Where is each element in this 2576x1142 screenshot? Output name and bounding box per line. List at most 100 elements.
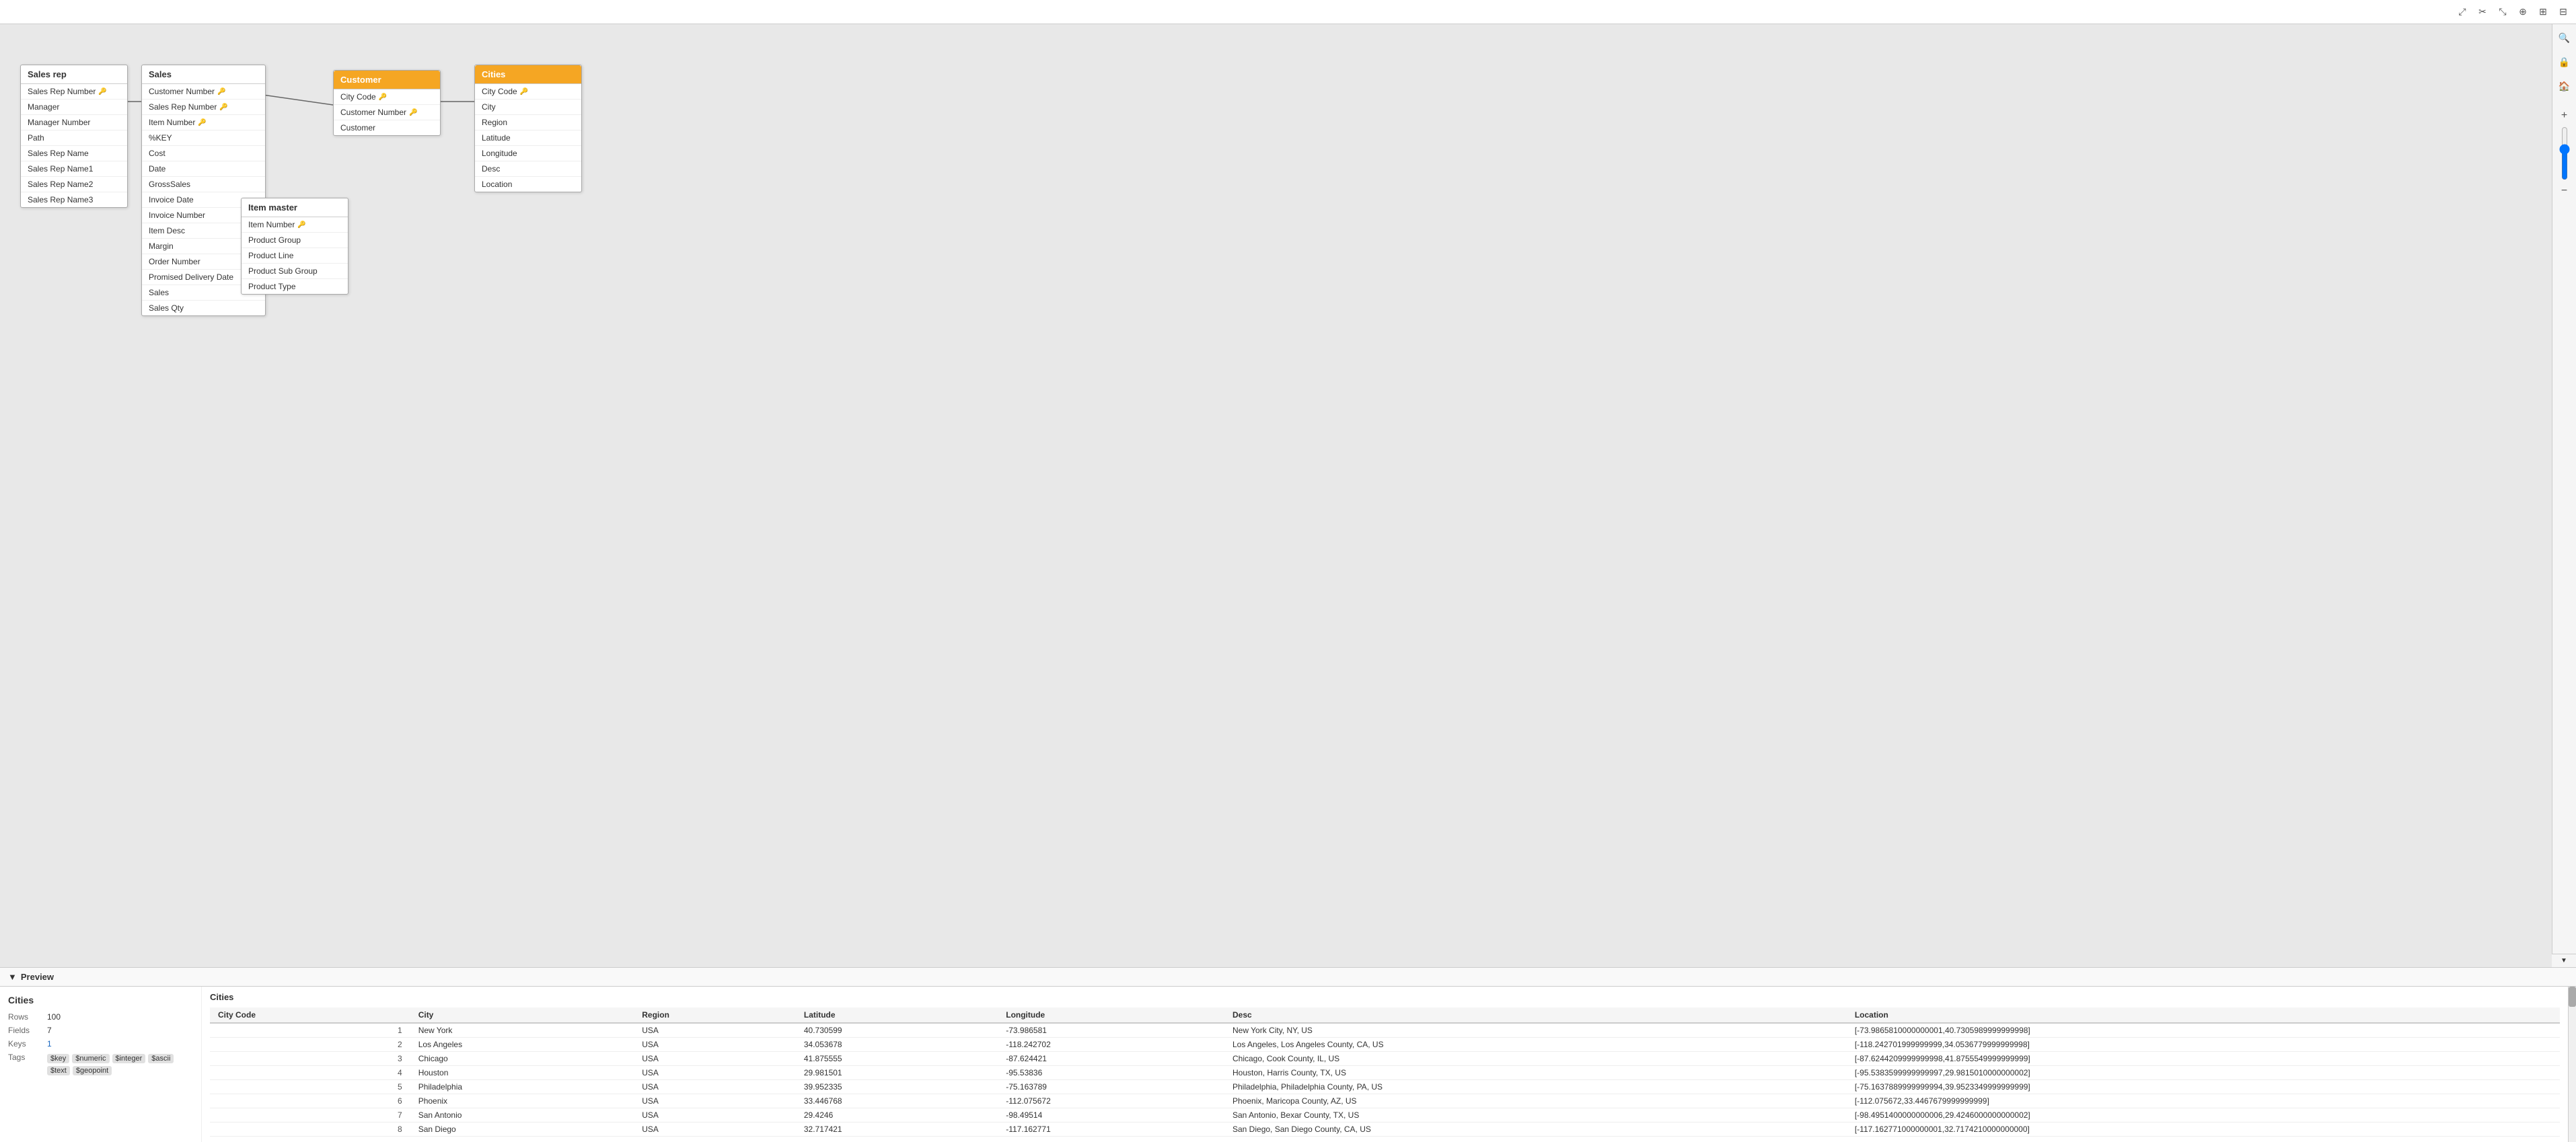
zoom-slider[interactable]: [2558, 126, 2571, 180]
field-gross-sales: GrossSales: [142, 177, 265, 192]
table-sales-rep[interactable]: Sales rep Sales Rep Number 🔑 Manager Man…: [20, 65, 128, 208]
table-header-item-master: Item master: [242, 198, 348, 217]
preview-scrollbar[interactable]: [2568, 987, 2576, 1142]
field-cost: Cost: [142, 146, 265, 161]
table-cities[interactable]: Cities City Code 🔑 City Region Latitude …: [474, 65, 582, 192]
info-row-rows: Rows 100: [8, 1012, 193, 1022]
col-desc: Desc: [1224, 1007, 1847, 1023]
right-sidebar: 🔍 🔒 🏠 + −: [2552, 24, 2576, 967]
cell-region: USA: [634, 1066, 796, 1080]
table-row: 6 Phoenix USA 33.446768 -112.075672 Phoe…: [210, 1094, 2560, 1108]
cell-longitude: -75.163789: [998, 1080, 1224, 1094]
preview-header[interactable]: ▼ Preview: [0, 968, 2576, 987]
zoom-out-icon[interactable]: −: [2556, 183, 2573, 199]
col-longitude: Longitude: [998, 1007, 1224, 1023]
table-row: 3 Chicago USA 41.875555 -87.624421 Chica…: [210, 1052, 2560, 1066]
cell-city: Philadelphia: [410, 1080, 634, 1094]
cell-location: [-73.9865810000000001,40.730598999999999…: [1847, 1023, 2560, 1038]
expand-icon[interactable]: ⤢: [2455, 5, 2470, 20]
cell-desc: New York City, NY, US: [1224, 1023, 1847, 1038]
cell-latitude: 29.4246: [796, 1108, 998, 1122]
cell-region: USA: [634, 1038, 796, 1052]
fields-label: Fields: [8, 1026, 42, 1035]
field-sales-rep-name3: Sales Rep Name3: [21, 192, 127, 207]
table-item-master[interactable]: Item master Item Number 🔑 Product Group …: [241, 198, 348, 295]
table-body: 1 New York USA 40.730599 -73.986581 New …: [210, 1023, 2560, 1137]
data-table-title: Cities: [210, 992, 2560, 1002]
search-icon[interactable]: 🔍: [2556, 30, 2573, 46]
home-icon[interactable]: 🏠: [2556, 78, 2573, 94]
cell-longitude: -98.49514: [998, 1108, 1224, 1122]
info-panel: Cities Rows 100 Fields 7 Keys 1 Tags $ke…: [0, 987, 202, 1142]
field-sales-rep-name1: Sales Rep Name1: [21, 161, 127, 177]
col-city: City: [410, 1007, 634, 1023]
lock-icon[interactable]: 🔒: [2556, 54, 2573, 70]
cell-location: [-87.6244209999999998,41.875554999999999…: [1847, 1052, 2560, 1066]
cell-desc: Philadelphia, Philadelphia County, PA, U…: [1224, 1080, 1847, 1094]
cell-city: San Diego: [410, 1122, 634, 1137]
scrollbar-thumb[interactable]: [2569, 987, 2576, 1007]
info-title: Cities: [8, 995, 193, 1005]
cell-region: USA: [634, 1122, 796, 1137]
field-item-number-im: Item Number 🔑: [242, 217, 348, 233]
cell-longitude: -95.53836: [998, 1066, 1224, 1080]
tag-integer: $integer: [112, 1054, 146, 1063]
tag-key: $key: [47, 1054, 69, 1063]
cell-city-code: 6: [210, 1094, 410, 1108]
cell-city: Houston: [410, 1066, 634, 1080]
keys-value[interactable]: 1: [47, 1039, 52, 1049]
cell-longitude: -118.242702: [998, 1038, 1224, 1052]
field-city: City: [475, 100, 581, 115]
cell-city: Chicago: [410, 1052, 634, 1066]
cell-longitude: -87.624421: [998, 1052, 1224, 1066]
table-header-row: City Code City Region Latitude Longitude…: [210, 1007, 2560, 1023]
cell-location: [-112.075672,33.4467679999999999]: [1847, 1094, 2560, 1108]
grid-icon[interactable]: ⊞: [2536, 5, 2550, 20]
cell-region: USA: [634, 1108, 796, 1122]
collapse-arrow[interactable]: ▼: [2552, 954, 2576, 967]
info-row-tags: Tags $key $numeric $integer $ascii $text…: [8, 1053, 193, 1075]
info-row-keys: Keys 1: [8, 1039, 193, 1049]
cell-city-code: 3: [210, 1052, 410, 1066]
preview-content: Cities Rows 100 Fields 7 Keys 1 Tags $ke…: [0, 987, 2576, 1142]
field-sales-rep-number: Sales Rep Number 🔑: [21, 84, 127, 100]
field-region: Region: [475, 115, 581, 130]
cell-location: [-117.162771000000001,32.717421000000000…: [1847, 1122, 2560, 1137]
field-longitude: Longitude: [475, 146, 581, 161]
col-latitude: Latitude: [796, 1007, 998, 1023]
cell-desc: San Antonio, Bexar County, TX, US: [1224, 1108, 1847, 1122]
cell-location: [-75.1637889999999994,39.952334999999999…: [1847, 1080, 2560, 1094]
cell-longitude: -73.986581: [998, 1023, 1224, 1038]
cell-latitude: 32.717421: [796, 1122, 998, 1137]
compress-icon[interactable]: ⤡: [2495, 5, 2510, 20]
field-customer-number: Customer Number 🔑: [142, 84, 265, 100]
target-icon[interactable]: ⊕: [2515, 5, 2530, 20]
cell-city-code: 2: [210, 1038, 410, 1052]
field-product-sub-group: Product Sub Group: [242, 264, 348, 279]
table-row: 7 San Antonio USA 29.4246 -98.49514 San …: [210, 1108, 2560, 1122]
tags-container: $key $numeric $integer $ascii $text $geo…: [47, 1054, 193, 1075]
zoom-container: + −: [2556, 108, 2573, 199]
field-product-line: Product Line: [242, 248, 348, 264]
data-table: City Code City Region Latitude Longitude…: [210, 1007, 2560, 1137]
cut-icon[interactable]: ✂: [2475, 5, 2490, 20]
cell-city: New York: [410, 1023, 634, 1038]
col-region: Region: [634, 1007, 796, 1023]
field-manager: Manager: [21, 100, 127, 115]
fields-value: 7: [47, 1026, 52, 1035]
rows-label: Rows: [8, 1012, 42, 1022]
field-sales-rep-name: Sales Rep Name: [21, 146, 127, 161]
field-sales-qty: Sales Qty: [142, 301, 265, 315]
field-customer-number-c: Customer Number 🔑: [334, 105, 440, 120]
cell-desc: Chicago, Cook County, IL, US: [1224, 1052, 1847, 1066]
table-row: 2 Los Angeles USA 34.053678 -118.242702 …: [210, 1038, 2560, 1052]
rows-value: 100: [47, 1012, 61, 1022]
zoom-in-icon[interactable]: +: [2556, 108, 2573, 124]
table-customer[interactable]: Customer City Code 🔑 Customer Number 🔑 C…: [333, 70, 441, 136]
field-latitude: Latitude: [475, 130, 581, 146]
cell-city-code: 8: [210, 1122, 410, 1137]
tag-text: $text: [47, 1066, 70, 1075]
cell-latitude: 39.952335: [796, 1080, 998, 1094]
menu-icon[interactable]: ⊟: [2556, 5, 2571, 20]
table-header-sales: Sales: [142, 65, 265, 84]
